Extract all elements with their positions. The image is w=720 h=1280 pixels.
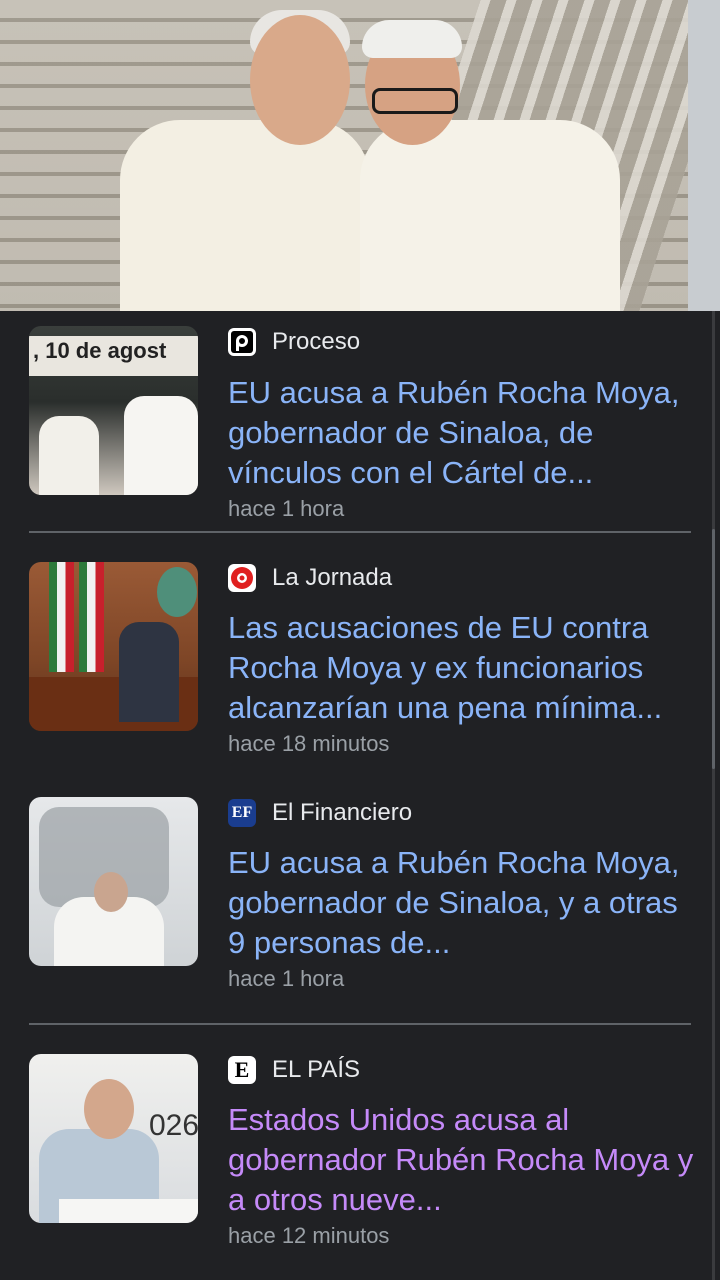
article-source[interactable]: E EL PAÍS	[228, 1054, 360, 1086]
article-time: hace 1 hora	[228, 496, 345, 521]
hero-image[interactable]	[0, 0, 720, 311]
la-jornada-logo-icon	[228, 564, 256, 592]
el-pais-logo-icon: E	[228, 1056, 256, 1084]
scrollbar-thumb[interactable]	[712, 529, 715, 769]
article-source[interactable]: La Jornada	[228, 562, 392, 594]
article-time: hace 18 minutos	[228, 731, 390, 756]
divider	[29, 1023, 691, 1025]
article-thumbnail[interactable]	[29, 797, 198, 966]
article-headline[interactable]: Las acusaciones de EU contra Rocha Moya …	[228, 608, 698, 728]
proceso-logo-icon	[228, 328, 256, 356]
source-name: Proceso	[272, 328, 361, 355]
article-headline[interactable]: EU acusa a Rubén Rocha Moya, gobernador …	[228, 843, 698, 963]
article-headline[interactable]: Estados Unidos acusa al gobernador Rubén…	[228, 1100, 698, 1220]
source-name: El Financiero	[272, 799, 413, 826]
thumbnail-banner-text: , 10 de agost	[33, 338, 167, 363]
article-source[interactable]: EF El Financiero	[228, 797, 412, 829]
scrollbar-track[interactable]	[712, 311, 715, 1280]
article-time: hace 1 hora	[228, 966, 345, 991]
pillar	[688, 0, 720, 311]
divider	[29, 531, 691, 533]
article-thumbnail[interactable]	[29, 562, 198, 731]
article-thumbnail[interactable]: , 10 de agost	[29, 326, 198, 495]
source-name: EL PAÍS	[272, 1056, 361, 1083]
article-time: hace 12 minutos	[228, 1223, 390, 1248]
article-source[interactable]: Proceso	[228, 326, 360, 358]
article-thumbnail[interactable]: 026	[29, 1054, 198, 1223]
article-headline[interactable]: EU acusa a Rubén Rocha Moya, gobernador …	[228, 373, 698, 493]
el-financiero-logo-icon: EF	[228, 799, 256, 827]
thumbnail-number-text: 026	[149, 1109, 198, 1142]
source-name: La Jornada	[272, 564, 393, 591]
news-list[interactable]: , 10 de agost Proceso EU acusa a Rubén R…	[0, 311, 720, 1280]
